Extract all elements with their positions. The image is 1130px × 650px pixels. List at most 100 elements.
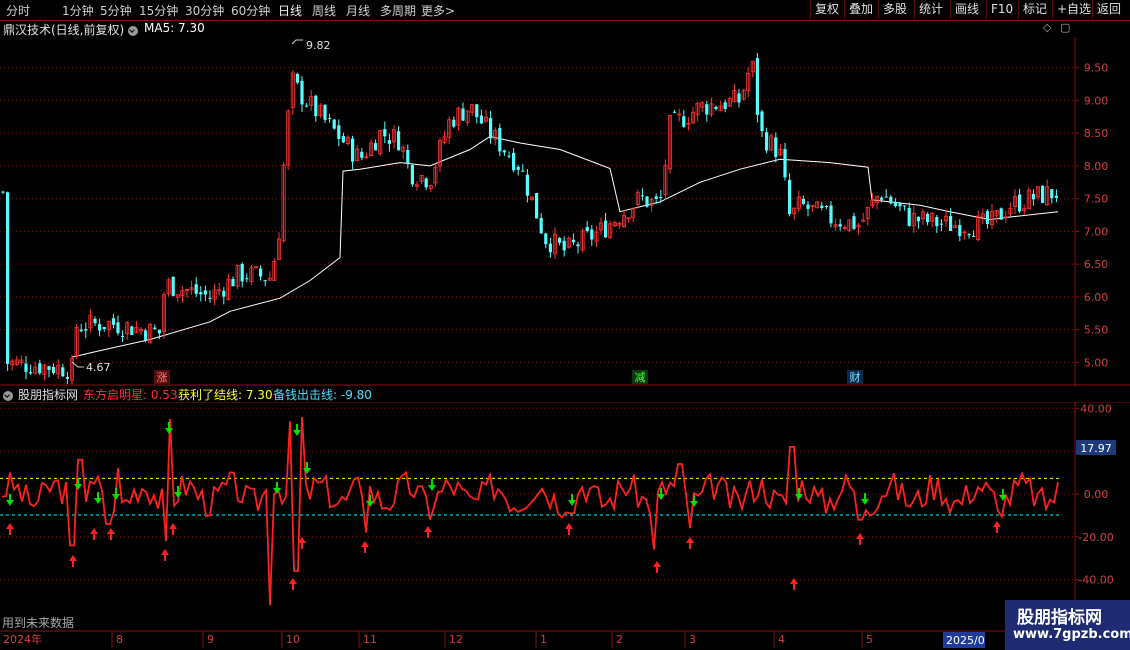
candle-body-down	[705, 104, 709, 115]
candle-body-down	[765, 132, 769, 151]
period-tab-15min[interactable]: 15分钟	[139, 2, 178, 19]
candle-body-down	[723, 102, 727, 110]
price-tick-label: 9.50	[1084, 62, 1109, 75]
candle-body-down	[65, 377, 69, 379]
price-candlestick-chart[interactable]: 9.50 9.00 8.50 8.00 7.50 7.00 6.50 6.00 5.50 5.00…	[0, 37, 1130, 386]
sell-arrow-down-stem	[431, 479, 433, 485]
sell-arrow-down-stem	[571, 494, 573, 500]
sell-arrow-down-stem	[660, 488, 662, 494]
candle-body-down	[673, 111, 677, 113]
draw-line-button[interactable]: 画线	[950, 0, 983, 19]
buy-arrow-up-stem	[689, 543, 691, 549]
period-tab-5min[interactable]: 5分钟	[100, 2, 132, 19]
sell-arrow-down-stem	[1002, 489, 1004, 495]
indicator-settings-icon[interactable]	[3, 388, 13, 402]
indicator-value-badge-label: 17.97	[1080, 442, 1112, 455]
f10-button[interactable]: F10	[986, 0, 1017, 19]
candle-body-down	[337, 125, 341, 139]
candle-body-down	[829, 205, 833, 224]
period-tab-more[interactable]: 更多>	[421, 2, 455, 19]
candle-body-down	[222, 290, 226, 297]
candle-body-down	[300, 80, 304, 105]
candle-body-down	[240, 264, 244, 282]
high-price-label: 9.82	[306, 39, 331, 52]
candle-body-down	[935, 216, 939, 227]
price-tick-label: 7.50	[1084, 193, 1109, 206]
event-marker-label: 减	[635, 371, 646, 384]
candle-body-down	[926, 213, 930, 223]
period-tab-daily[interactable]: 日线	[278, 2, 302, 19]
candle-body-down	[98, 324, 102, 331]
sell-arrow-down-stem	[177, 486, 179, 492]
period-tab-1min[interactable]: 1分钟	[62, 2, 94, 19]
indicator-tick-label: 40.00	[1080, 402, 1112, 415]
period-tab-30min[interactable]: 30分钟	[185, 2, 224, 19]
candle-body-down	[645, 196, 649, 207]
candle-body-down	[203, 290, 207, 295]
sell-arrow-down-stem	[97, 492, 99, 498]
candle-body-down	[958, 225, 962, 237]
candle-body-down	[783, 149, 787, 178]
future-data-note: 用到未来数据	[2, 616, 75, 630]
ma-settings-icon[interactable]	[128, 23, 138, 37]
mark-button[interactable]: 标记	[1018, 0, 1051, 19]
indicator-chart[interactable]: 40.0020.000.00-20.00-40.0017.97	[0, 402, 1130, 630]
candle-body-down	[682, 116, 686, 127]
candle-body-down	[461, 108, 465, 121]
candle-body-down	[967, 234, 971, 236]
diamond-icon[interactable]: ◇	[1043, 21, 1051, 34]
candle-body-down	[544, 233, 548, 245]
buy-arrow-up-stem	[996, 527, 998, 533]
period-tab-multi[interactable]: 多周期	[380, 2, 416, 19]
event-marker-label: 涨	[157, 371, 168, 384]
sell-arrow-down-stem	[693, 495, 695, 501]
period-tab-weekly[interactable]: 周线	[312, 2, 336, 19]
buy-arrow-up-stem	[9, 529, 11, 535]
candle-body-down	[755, 58, 759, 115]
period-tab-60min[interactable]: 60分钟	[231, 2, 270, 19]
window-restore-icon[interactable]: ▢	[1060, 21, 1070, 34]
candle-body-down	[61, 367, 65, 377]
candle-body-down	[52, 366, 56, 374]
sell-arrow-down-stem	[168, 422, 170, 428]
candle-body-down	[157, 329, 161, 334]
statistics-button[interactable]: 统计	[914, 0, 947, 19]
candle-body-down	[360, 151, 364, 158]
candle-body-down	[590, 229, 594, 240]
month-label: 1	[540, 633, 547, 646]
main-chart-header: 鼎汉技术(日线,前复权) MA5: 7.30 ◇ ▢	[0, 21, 1075, 37]
buy-arrow-up-stem	[656, 567, 658, 573]
adjust-button[interactable]: 复权	[810, 0, 843, 19]
price-tick-label: 8.50	[1084, 127, 1109, 140]
period-tab-intraday[interactable]: 分时	[6, 2, 30, 19]
sell-arrow-down-stem	[864, 493, 866, 499]
buy-arrow-up-stem	[164, 555, 166, 561]
candle-body-down	[47, 366, 51, 370]
watermark-url: www.7gpzb.com	[1013, 627, 1130, 642]
month-label: 5	[866, 633, 873, 646]
candle-body-down	[571, 239, 575, 243]
buy-arrow-up-stem	[364, 547, 366, 553]
multi-stock-button[interactable]: 多股	[878, 0, 911, 19]
candle-body-down	[231, 278, 235, 287]
candle-body-down	[898, 202, 902, 207]
buy-arrow-up-stem	[172, 529, 174, 535]
candle-body-down	[38, 363, 42, 374]
period-tab-monthly[interactable]: 月线	[346, 2, 370, 19]
candle-body-down	[6, 192, 10, 364]
back-button[interactable]: 返回	[1092, 0, 1125, 19]
sell-arrow-down-stem	[296, 424, 298, 430]
candle-body-down	[332, 119, 336, 129]
indicator-header: 股朋指标网 东方启明星: 0.53 获利了结线: 7.30 备钱出击线: -9.…	[0, 386, 1075, 402]
candle-body-down	[1054, 195, 1058, 198]
candle-body-down	[498, 128, 502, 152]
add-watchlist-button[interactable]: +自选	[1052, 0, 1095, 19]
overlay-button[interactable]: 叠加	[844, 0, 877, 19]
candle-body-down	[383, 129, 387, 137]
candle-body-down	[548, 243, 552, 253]
candle-body-down	[521, 170, 525, 172]
month-label: 12	[449, 633, 463, 646]
price-tick-label: 5.00	[1084, 356, 1109, 369]
buy-arrow-up-stem	[72, 561, 74, 567]
sell-arrow-down-stem	[276, 482, 278, 488]
